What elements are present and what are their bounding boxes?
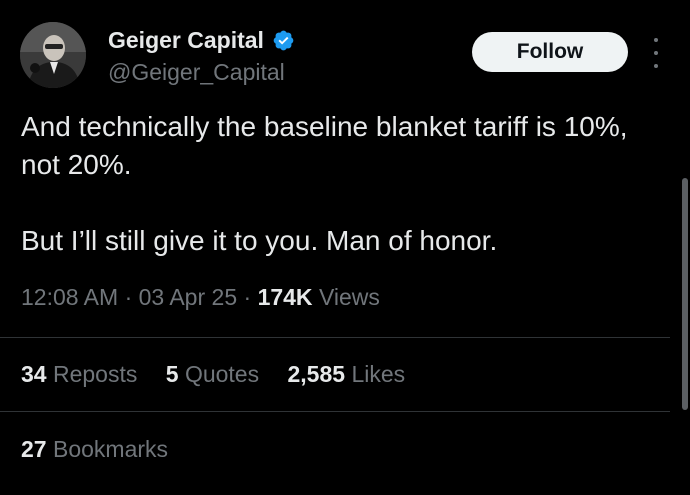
avatar-photo bbox=[20, 22, 86, 88]
scrollbar-thumb[interactable] bbox=[682, 178, 688, 410]
tweet-date[interactable]: 03 Apr 25 bbox=[139, 284, 237, 310]
reposts-label: Reposts bbox=[52, 361, 138, 387]
divider bbox=[0, 337, 670, 338]
reposts-stat[interactable]: 34 Reposts bbox=[21, 361, 137, 388]
likes-label: Likes bbox=[351, 361, 406, 387]
tweet-time[interactable]: 12:08 AM bbox=[21, 284, 118, 310]
more-dot bbox=[654, 51, 658, 55]
tweet-paragraph-1: And technically the baseline blanket tar… bbox=[21, 111, 628, 180]
meta-separator: · bbox=[243, 284, 252, 310]
bookmarks-stat[interactable]: 27 Bookmarks bbox=[21, 436, 168, 463]
tweet-meta: 12:08 AM · 03 Apr 25 · 174K Views bbox=[21, 284, 380, 311]
reposts-count: 34 bbox=[21, 361, 47, 387]
likes-count: 2,585 bbox=[287, 361, 346, 387]
likes-stat[interactable]: 2,585 Likes bbox=[287, 361, 405, 388]
views-count: 174K bbox=[257, 284, 313, 310]
avatar[interactable] bbox=[20, 22, 86, 88]
bookmarks-label: Bookmarks bbox=[52, 436, 169, 462]
bookmarks-count: 27 bbox=[21, 436, 47, 462]
quotes-stat[interactable]: 5 Quotes bbox=[166, 361, 259, 388]
author-name-row[interactable]: Geiger Capital bbox=[108, 27, 295, 54]
author-display-name[interactable]: Geiger Capital bbox=[108, 27, 264, 54]
divider bbox=[0, 411, 670, 412]
more-options-icon[interactable] bbox=[649, 38, 663, 68]
meta-separator: · bbox=[124, 284, 133, 310]
engagement-stats: 34 Reposts 5 Quotes 2,585 Likes bbox=[21, 361, 427, 388]
verified-badge-icon bbox=[273, 30, 294, 51]
quotes-count: 5 bbox=[165, 361, 179, 387]
quotes-label: Quotes bbox=[184, 361, 260, 387]
views-label: Views bbox=[318, 284, 380, 310]
tweet-paragraph-2: But I’ll still give it to you. Man of ho… bbox=[21, 225, 498, 256]
author-handle[interactable]: @Geiger_Capital bbox=[108, 59, 285, 86]
tweet-text: And technically the baseline blanket tar… bbox=[21, 108, 671, 260]
follow-button[interactable]: Follow bbox=[472, 32, 628, 72]
more-dot bbox=[654, 64, 658, 68]
tweet-detail: Geiger Capital @Geiger_Capital Follow An… bbox=[0, 0, 690, 495]
more-dot bbox=[654, 38, 658, 42]
